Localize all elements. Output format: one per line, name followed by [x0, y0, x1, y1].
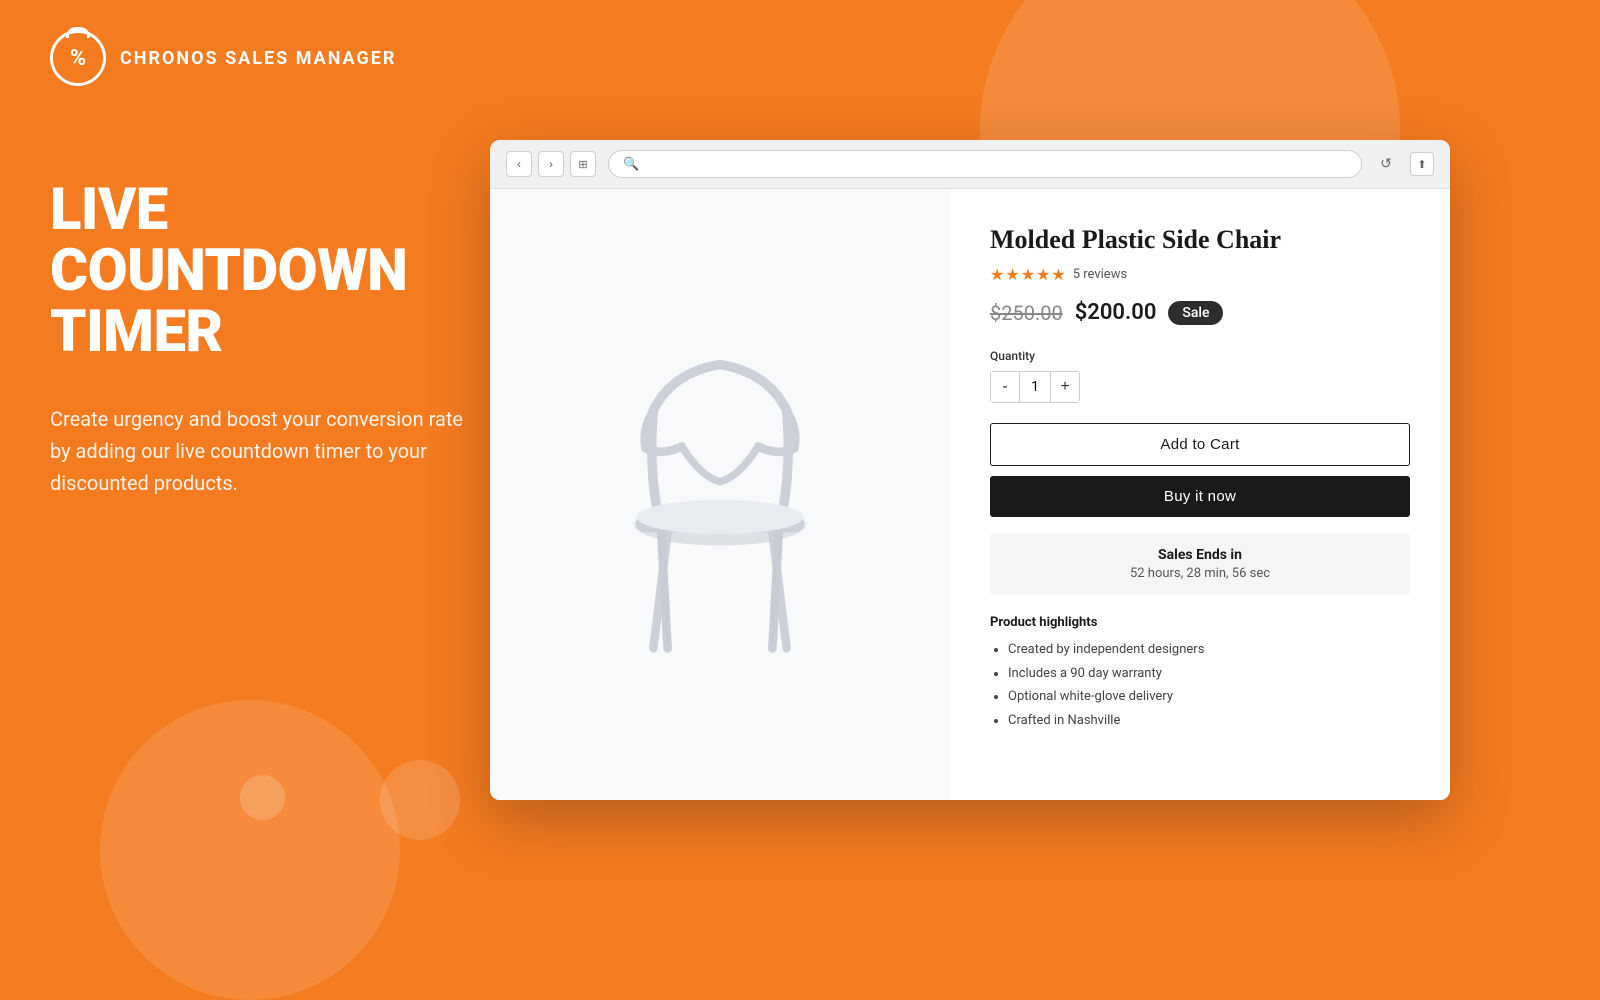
sales-ends-title: Sales Ends in: [1004, 547, 1396, 563]
forward-button[interactable]: ›: [538, 151, 564, 177]
browser-nav: ‹ › ⊞: [506, 151, 596, 177]
quantity-minus-button[interactable]: -: [991, 372, 1019, 402]
header: % CHRONOS SALES MANAGER: [50, 30, 396, 86]
product-title: Molded Plastic Side Chair: [990, 225, 1410, 255]
product-image-area: [490, 189, 950, 800]
logo-icon: %: [50, 30, 106, 86]
quantity-plus-button[interactable]: +: [1051, 372, 1079, 402]
reload-button[interactable]: ↺: [1374, 152, 1398, 176]
product-reviews: ★★★★★ 5 reviews: [990, 265, 1410, 284]
browser-mockup: ‹ › ⊞ 🔍 ↺ ⬆: [490, 140, 1450, 800]
highlight-item: Created by independent designers: [1008, 640, 1410, 660]
add-to-cart-button[interactable]: Add to Cart: [990, 423, 1410, 466]
chair-image: [570, 296, 870, 696]
sidebar-button[interactable]: ⊞: [570, 151, 596, 177]
browser-toolbar: ‹ › ⊞ 🔍 ↺ ⬆: [490, 140, 1450, 189]
product-details: Molded Plastic Side Chair ★★★★★ 5 review…: [950, 189, 1450, 800]
back-button[interactable]: ‹: [506, 151, 532, 177]
sales-ends-time: 52 hours, 28 min, 56 sec: [1004, 566, 1396, 581]
buy-now-button[interactable]: Buy it now: [990, 476, 1410, 517]
sale-badge: Sale: [1168, 301, 1223, 325]
quantity-label: Quantity: [990, 349, 1410, 363]
product-highlights-title: Product highlights: [990, 615, 1410, 630]
highlights-list: Created by independent designers Includes…: [990, 640, 1410, 730]
sales-ends-box: Sales Ends in 52 hours, 28 min, 56 sec: [990, 533, 1410, 595]
product-page: Molded Plastic Side Chair ★★★★★ 5 review…: [490, 189, 1450, 800]
share-button[interactable]: ⬆: [1410, 152, 1434, 176]
highlight-item: Crafted in Nashville: [1008, 711, 1410, 731]
hero-content: LIVE COUNTDOWN TIMER Create urgency and …: [50, 180, 470, 499]
review-count: 5 reviews: [1073, 267, 1127, 282]
search-icon: 🔍: [623, 157, 639, 172]
sale-price: $200.00: [1075, 300, 1157, 325]
highlight-item: Includes a 90 day warranty: [1008, 664, 1410, 684]
star-rating: ★★★★★: [990, 265, 1067, 284]
address-bar[interactable]: 🔍: [608, 150, 1362, 178]
highlight-item: Optional white-glove delivery: [1008, 687, 1410, 707]
headline: LIVE COUNTDOWN TIMER: [50, 180, 470, 363]
quantity-value: 1: [1019, 372, 1051, 402]
quantity-control: - 1 +: [990, 371, 1080, 403]
hero-description: Create urgency and boost your conversion…: [50, 403, 470, 499]
original-price: $250.00: [990, 301, 1063, 325]
app-name: CHRONOS SALES MANAGER: [120, 48, 396, 69]
pricing: $250.00 $200.00 Sale: [990, 300, 1410, 325]
